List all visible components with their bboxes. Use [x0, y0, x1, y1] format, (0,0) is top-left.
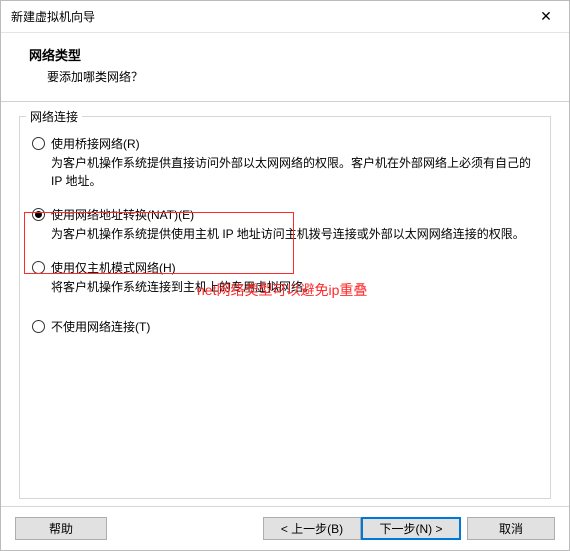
option-bridged: 使用桥接网络(R) 为客户机操作系统提供直接访问外部以太网网络的权限。客户机在外…	[32, 135, 538, 190]
radio-label-bridged: 使用桥接网络(R)	[51, 135, 140, 152]
option-nat: 使用网络地址转换(NAT)(E) 为客户机操作系统提供使用主机 IP 地址访问主…	[32, 206, 538, 243]
next-button[interactable]: 下一步(N) >	[361, 517, 461, 540]
nav-button-group: < 上一步(B) 下一步(N) >	[263, 517, 461, 540]
radio-label-hostonly: 使用仅主机模式网络(H)	[51, 259, 176, 276]
radio-row-hostonly[interactable]: 使用仅主机模式网络(H)	[32, 259, 538, 276]
desc-bridged: 为客户机操作系统提供直接访问外部以太网网络的权限。客户机在外部网络上必须有自己的…	[51, 154, 538, 190]
radio-row-nat[interactable]: 使用网络地址转换(NAT)(E)	[32, 206, 538, 223]
cancel-button[interactable]: 取消	[467, 517, 555, 540]
option-none: 不使用网络连接(T)	[32, 318, 538, 335]
radio-row-none[interactable]: 不使用网络连接(T)	[32, 318, 538, 335]
annotation-text: net网络类型可以避免ip重叠	[197, 280, 367, 300]
titlebar: 新建虚拟机向导 ✕	[1, 1, 569, 33]
radio-hostonly[interactable]	[32, 261, 45, 274]
content-area: 网络连接 使用桥接网络(R) 为客户机操作系统提供直接访问外部以太网网络的权限。…	[1, 102, 569, 509]
page-subheading: 要添加哪类网络？	[29, 68, 541, 85]
radio-bridged[interactable]	[32, 137, 45, 150]
radio-nat[interactable]	[32, 208, 45, 221]
radio-row-bridged[interactable]: 使用桥接网络(R)	[32, 135, 538, 152]
radio-none[interactable]	[32, 320, 45, 333]
page-heading: 网络类型	[29, 45, 541, 64]
groupbox-label: 网络连接	[26, 108, 82, 125]
footer: 帮助 < 上一步(B) 下一步(N) > 取消	[1, 506, 569, 550]
back-button[interactable]: < 上一步(B)	[263, 517, 361, 540]
desc-nat: 为客户机操作系统提供使用主机 IP 地址访问主机拨号连接或外部以太网网络连接的权…	[51, 225, 538, 243]
network-groupbox: 网络连接 使用桥接网络(R) 为客户机操作系统提供直接访问外部以太网网络的权限。…	[19, 116, 551, 499]
help-button[interactable]: 帮助	[15, 517, 107, 540]
close-button[interactable]: ✕	[523, 1, 569, 33]
radio-label-none: 不使用网络连接(T)	[51, 318, 150, 335]
window-title: 新建虚拟机向导	[11, 8, 95, 25]
close-icon: ✕	[540, 8, 552, 25]
radio-label-nat: 使用网络地址转换(NAT)(E)	[51, 206, 194, 223]
wizard-header: 网络类型 要添加哪类网络？	[1, 33, 569, 102]
